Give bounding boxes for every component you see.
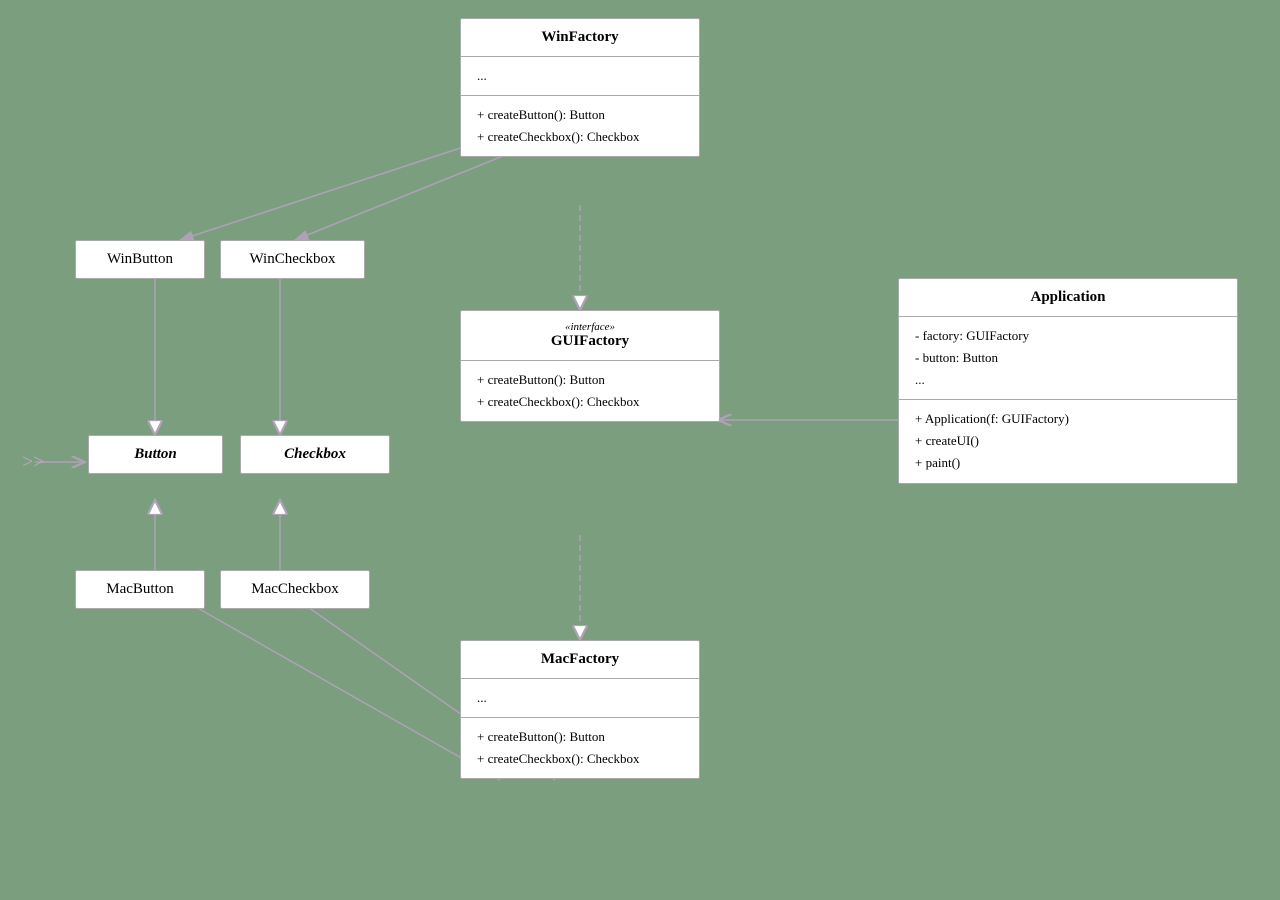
- winfactory-methods: + createButton(): Button + createCheckbo…: [461, 96, 699, 156]
- guifactory-methods: + createButton(): Button + createCheckbo…: [461, 361, 719, 421]
- macfactory-methods: + createButton(): Button + createCheckbo…: [461, 718, 699, 778]
- checkbox-name: Checkbox: [284, 446, 346, 462]
- guifactory-header: «interface» GUIFactory: [461, 311, 719, 361]
- winfactory-box: WinFactory ... + createButton(): Button …: [460, 18, 700, 157]
- guifactory-name: GUIFactory: [551, 333, 629, 349]
- winfactory-method-2: + createCheckbox(): Checkbox: [477, 126, 683, 148]
- macfactory-method-2: + createCheckbox(): Checkbox: [477, 748, 683, 770]
- macfactory-box: MacFactory ... + createButton(): Button …: [460, 640, 700, 779]
- winfactory-header: WinFactory: [461, 19, 699, 57]
- application-method-2: + createUI(): [915, 430, 1221, 452]
- svg-text:>>: >>: [22, 451, 45, 473]
- application-box: Application - factory: GUIFactory - butt…: [898, 278, 1238, 484]
- application-method-3: + paint(): [915, 452, 1221, 474]
- checkbox-box: Checkbox: [240, 435, 390, 474]
- winbutton-name: WinButton: [107, 251, 173, 267]
- wincheckbox-header: WinCheckbox: [221, 241, 364, 278]
- macfactory-name: MacFactory: [541, 651, 619, 667]
- guifactory-stereotype: «interface»: [477, 321, 703, 333]
- application-attributes: - factory: GUIFactory - button: Button .…: [899, 317, 1237, 400]
- guifactory-method-1: + createButton(): Button: [477, 369, 703, 391]
- winbutton-header: WinButton: [76, 241, 204, 278]
- maccheckbox-header: MacCheckbox: [221, 571, 369, 608]
- application-attr-2: - button: Button: [915, 347, 1221, 369]
- macbutton-header: MacButton: [76, 571, 204, 608]
- winfactory-attr-1: ...: [477, 68, 487, 83]
- application-name: Application: [1030, 289, 1105, 305]
- macfactory-header: MacFactory: [461, 641, 699, 679]
- application-method-1: + Application(f: GUIFactory): [915, 408, 1221, 430]
- wincheckbox-name: WinCheckbox: [249, 251, 335, 267]
- guifactory-box: «interface» GUIFactory + createButton():…: [460, 310, 720, 422]
- winfactory-attributes: ...: [461, 57, 699, 96]
- macbutton-box: MacButton: [75, 570, 205, 609]
- checkbox-header: Checkbox: [241, 436, 389, 473]
- application-methods: + Application(f: GUIFactory) + createUI(…: [899, 400, 1237, 482]
- button-box: Button: [88, 435, 223, 474]
- winfactory-name: WinFactory: [541, 29, 618, 45]
- macbutton-name: MacButton: [106, 581, 174, 597]
- winbutton-box: WinButton: [75, 240, 205, 279]
- application-attr-1: - factory: GUIFactory: [915, 325, 1221, 347]
- uml-diagram: WinFactory ... + createButton(): Button …: [0, 0, 1280, 900]
- maccheckbox-box: MacCheckbox: [220, 570, 370, 609]
- macfactory-attr-1: ...: [477, 690, 487, 705]
- winfactory-method-1: + createButton(): Button: [477, 104, 683, 126]
- application-attr-3: ...: [915, 369, 1221, 391]
- macfactory-method-1: + createButton(): Button: [477, 726, 683, 748]
- wincheckbox-box: WinCheckbox: [220, 240, 365, 279]
- maccheckbox-name: MacCheckbox: [251, 581, 338, 597]
- macfactory-attributes: ...: [461, 679, 699, 718]
- button-name: Button: [134, 446, 177, 462]
- application-header: Application: [899, 279, 1237, 317]
- guifactory-method-2: + createCheckbox(): Checkbox: [477, 391, 703, 413]
- button-header: Button: [89, 436, 222, 473]
